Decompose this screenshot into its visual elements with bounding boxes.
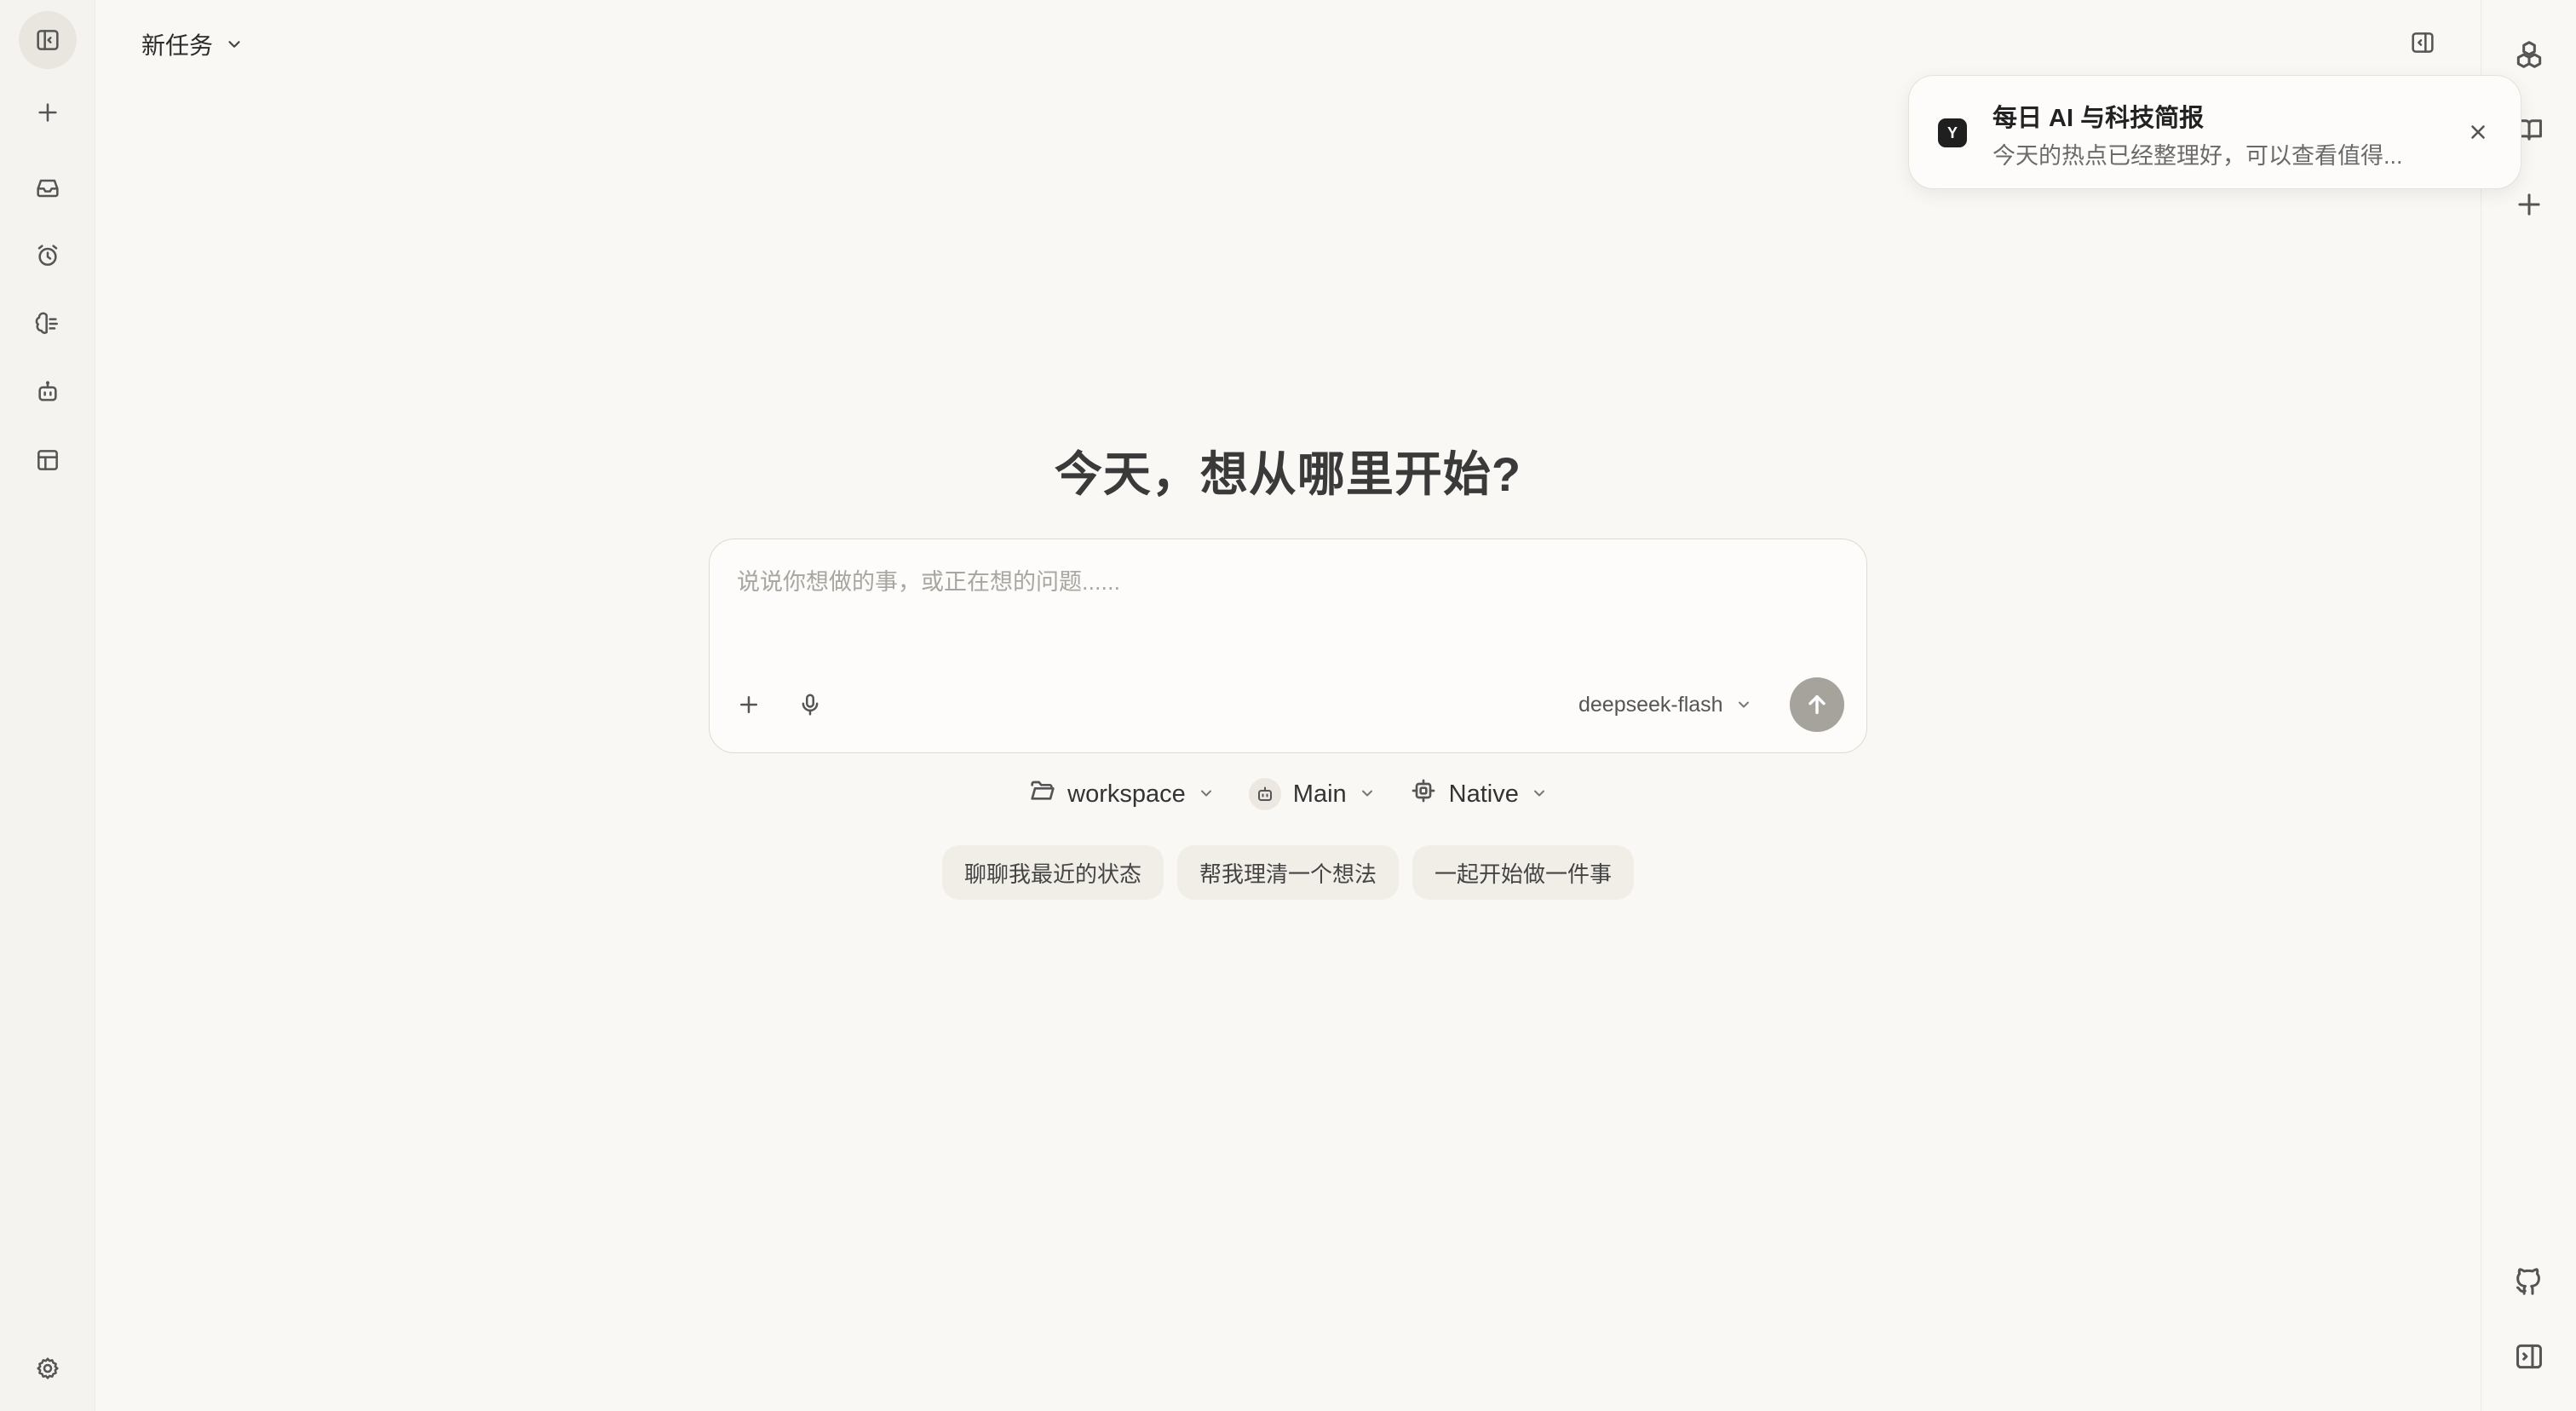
collapse-panel-button[interactable] (2406, 26, 2440, 60)
page-title: 今天，想从哪里开始? (1054, 447, 1522, 501)
arrow-up-icon (1808, 694, 1826, 715)
suggestion-chip[interactable]: 一起开始做一件事 (1412, 845, 1635, 900)
prompt-input[interactable] (737, 563, 1836, 631)
chevron-down-icon (228, 41, 240, 48)
settings-button[interactable] (19, 1339, 77, 1397)
chevron-down-icon (1198, 780, 1215, 809)
inbox-icon (37, 179, 59, 198)
agents-button[interactable] (19, 363, 77, 421)
agent-label: Main (1292, 780, 1347, 808)
left-sidebar (0, 0, 95, 1411)
attach-button[interactable] (728, 684, 769, 725)
microphone-icon (802, 694, 819, 716)
plus-icon (740, 696, 757, 713)
github-icon (2516, 1268, 2540, 1295)
chip-icon (1410, 777, 1437, 811)
chevron-down-icon (1531, 780, 1548, 809)
notification-close-button[interactable] (2463, 117, 2493, 147)
robot-icon (1248, 778, 1281, 810)
gear-icon (37, 1357, 59, 1379)
workspace-label: workspace (1067, 780, 1186, 808)
model-name: deepseek-flash (1578, 692, 1723, 717)
close-icon (2471, 125, 2485, 139)
app-window: 新任务 Y 每日 AI 与科技简报 今天的热点已经整理好，可以查看值得... 今… (0, 0, 2576, 1411)
brain-icon (35, 312, 58, 334)
alarm-clock-icon (37, 245, 58, 266)
model-selector[interactable]: deepseek-flash (1578, 686, 1752, 723)
runtime-label: Native (1448, 780, 1519, 808)
notification-toast[interactable]: Y 每日 AI 与科技简报 今天的热点已经整理好，可以查看值得... (1908, 75, 2521, 189)
suggestion-chip[interactable]: 聊聊我最近的状态 (941, 845, 1164, 900)
panel-right-icon (2516, 1344, 2542, 1369)
notification-title: 每日 AI 与科技简报 (1992, 105, 2205, 132)
runtime-selector[interactable]: Native (1410, 777, 1548, 811)
github-button[interactable] (2500, 1253, 2558, 1310)
suggestion-chips: 聊聊我最近的状态 帮我理清一个想法 一起开始做一件事 (0, 845, 2576, 900)
voice-input-button[interactable] (790, 684, 831, 725)
schedule-button[interactable] (19, 227, 77, 285)
right-panel-toggle-button[interactable] (2500, 1327, 2558, 1385)
robot-icon (38, 381, 57, 401)
suggestion-chip[interactable]: 帮我理清一个想法 (1176, 845, 1399, 900)
panel-collapse-icon (2412, 32, 2434, 53)
sidebar-toggle-icon (37, 30, 59, 50)
task-title-label: 新任务 (141, 32, 214, 59)
chevron-down-icon (1359, 780, 1376, 809)
folder-icon (1028, 777, 1055, 811)
right-sidebar (2481, 0, 2576, 1411)
chevron-down-icon (1738, 701, 1749, 708)
context-selectors: workspace Main Native (0, 774, 2576, 815)
composer-box: deepseek-flash (709, 538, 1867, 753)
app-badge-icon: Y (1938, 118, 1967, 147)
workspace-selector[interactable]: workspace (1028, 777, 1215, 811)
new-task-button[interactable] (19, 84, 77, 141)
inbox-button[interactable] (19, 158, 77, 216)
task-title-dropdown[interactable]: 新任务 (141, 26, 244, 63)
plus-icon (38, 103, 57, 122)
send-button[interactable] (1790, 677, 1844, 732)
memory-button[interactable] (19, 295, 77, 353)
sidebar-toggle-button[interactable] (19, 11, 77, 69)
agent-selector[interactable]: Main (1248, 778, 1376, 810)
extensions-button[interactable] (2500, 26, 2558, 84)
notification-body: 今天的热点已经整理好，可以查看值得... (1992, 143, 2403, 169)
cubes-icon (2516, 41, 2542, 68)
plus-icon (2518, 193, 2540, 216)
